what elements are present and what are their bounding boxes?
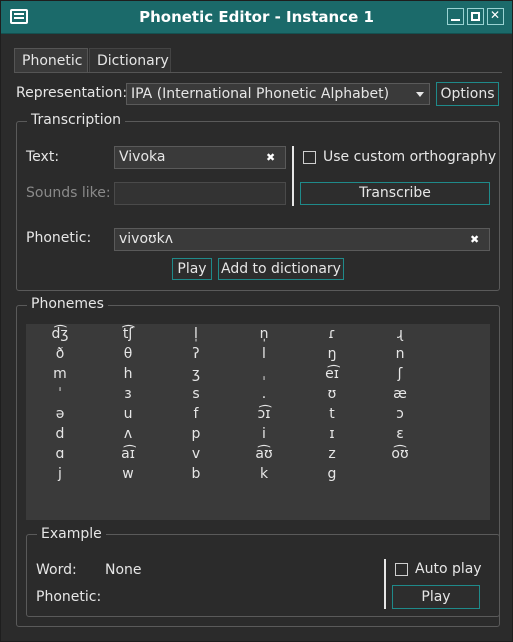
minimize-button[interactable]: [447, 8, 464, 25]
phoneme-button[interactable]: n: [385, 346, 415, 362]
custom-orthography-label: Use custom orthography: [323, 149, 497, 165]
auto-play-checkbox[interactable]: [395, 563, 408, 576]
tab-phonetic[interactable]: Phonetic: [14, 48, 88, 72]
play-example-button[interactable]: Play: [392, 585, 480, 609]
phonetic-input-value: vivoʊkʌ: [119, 231, 174, 247]
phoneme-button[interactable]: ɜ: [113, 386, 143, 402]
phonetic-editor-window: Phonetic Editor - Instance 1 Phonetic Di…: [0, 0, 513, 642]
example-word-value: None: [105, 562, 142, 578]
phoneme-button[interactable]: ʃ: [385, 366, 415, 382]
phoneme-button[interactable]: g: [317, 466, 347, 482]
example-group-title: Example: [37, 526, 106, 542]
phoneme-button[interactable]: .: [249, 386, 279, 402]
phoneme-button[interactable]: d: [45, 426, 75, 442]
window-title: Phonetic Editor - Instance 1: [139, 8, 374, 26]
phoneme-button[interactable]: e͡ɪ: [317, 366, 347, 382]
phoneme-button[interactable]: n̩: [249, 326, 279, 342]
phoneme-button[interactable]: æ: [385, 386, 415, 402]
phoneme-button[interactable]: z: [317, 446, 347, 462]
phonetic-label: Phonetic:: [26, 230, 92, 246]
transcribe-button[interactable]: Transcribe: [300, 182, 490, 205]
example-separator: [384, 559, 386, 609]
phoneme-button[interactable]: v: [181, 446, 211, 462]
phoneme-button[interactable]: ð: [45, 346, 75, 362]
vertical-separator: [292, 146, 294, 206]
custom-orthography-checkbox[interactable]: [303, 151, 316, 164]
phoneme-button[interactable]: k: [249, 466, 279, 482]
phoneme-button[interactable]: t͡ʃ: [113, 326, 143, 342]
phoneme-button[interactable]: f: [181, 406, 211, 422]
phoneme-button[interactable]: ʌ: [113, 426, 143, 442]
phoneme-button[interactable]: u: [113, 406, 143, 422]
phoneme-button[interactable]: ɪ: [317, 426, 347, 442]
representation-label: Representation:: [16, 85, 128, 101]
phoneme-button[interactable]: h: [113, 366, 143, 382]
clear-phonetic-icon[interactable]: ✖: [470, 229, 479, 250]
phoneme-button[interactable]: ɾ: [317, 326, 347, 342]
phoneme-button[interactable]: ɔ͡ɪ: [249, 406, 279, 422]
phoneme-button[interactable]: a͡ʊ: [249, 446, 279, 462]
text-label: Text:: [26, 149, 60, 165]
phoneme-button[interactable]: d͡ʒ: [45, 326, 75, 342]
example-word-label: Word:: [36, 562, 77, 578]
phoneme-button[interactable]: ɑ: [45, 446, 75, 462]
phoneme-button[interactable]: l̩: [181, 326, 211, 342]
phoneme-button[interactable]: t: [317, 406, 347, 422]
phoneme-button[interactable]: ʒ: [181, 366, 211, 382]
phoneme-button[interactable]: a͡ɪ: [113, 446, 143, 462]
phoneme-button[interactable]: b: [181, 466, 211, 482]
phoneme-button[interactable]: ˌ: [249, 366, 279, 382]
phoneme-button[interactable]: ɻ: [385, 326, 415, 342]
transcription-group-title: Transcription: [27, 112, 126, 128]
sounds-like-input[interactable]: [114, 182, 286, 205]
phoneme-grid: d͡ʒ t͡ʃ l̩ n̩ ɾ ɻ ð θ ʔ l ŋ n m h ʒ ˌ e͡ɪ ʃ ˈ ɜ s. ʊ æ ə u f ɔ͡ɪ t ɔ…: [26, 324, 490, 520]
close-button[interactable]: [487, 8, 504, 25]
title-bar[interactable]: Phonetic Editor - Instance 1: [1, 1, 512, 34]
add-to-dictionary-button[interactable]: Add to dictionary: [218, 258, 344, 280]
chevron-down-icon: [416, 92, 424, 97]
play-transcription-button[interactable]: Play: [172, 258, 212, 280]
phoneme-button[interactable]: ʊ: [317, 386, 347, 402]
text-input[interactable]: Vivoka ✖: [114, 146, 286, 169]
phoneme-button[interactable]: ɔ: [385, 406, 415, 422]
tab-dictionary[interactable]: Dictionary: [89, 48, 171, 72]
phoneme-button[interactable]: j: [45, 466, 75, 482]
phonetic-input[interactable]: vivoʊkʌ ✖: [114, 228, 490, 251]
phonemes-group-title: Phonemes: [27, 296, 108, 312]
options-button[interactable]: Options: [436, 82, 499, 106]
phoneme-button[interactable]: ˈ: [45, 386, 75, 402]
representation-select[interactable]: IPA (International Phonetic Alphabet): [126, 83, 430, 105]
phoneme-button[interactable]: ʔ: [181, 346, 211, 362]
phoneme-button[interactable]: θ: [113, 346, 143, 362]
phoneme-button[interactable]: i: [249, 426, 279, 442]
auto-play-label: Auto play: [415, 561, 482, 577]
phoneme-button[interactable]: ə: [45, 406, 75, 422]
clear-text-icon[interactable]: ✖: [266, 147, 275, 168]
sounds-like-label: Sounds like:: [26, 185, 111, 201]
phoneme-button[interactable]: ɛ: [385, 426, 415, 442]
phoneme-button[interactable]: l: [249, 346, 279, 362]
representation-selected: IPA (International Phonetic Alphabet): [131, 86, 390, 102]
example-phonetic-label: Phonetic:: [36, 589, 102, 605]
phoneme-button[interactable]: s: [181, 386, 211, 402]
text-input-value: Vivoka: [119, 149, 166, 165]
phoneme-button[interactable]: ŋ: [317, 346, 347, 362]
phoneme-button[interactable]: w: [113, 466, 143, 482]
phoneme-button[interactable]: o͡ʊ: [385, 446, 415, 462]
maximize-button[interactable]: [467, 8, 484, 25]
phoneme-button[interactable]: m: [45, 366, 75, 382]
phoneme-button[interactable]: p: [181, 426, 211, 442]
